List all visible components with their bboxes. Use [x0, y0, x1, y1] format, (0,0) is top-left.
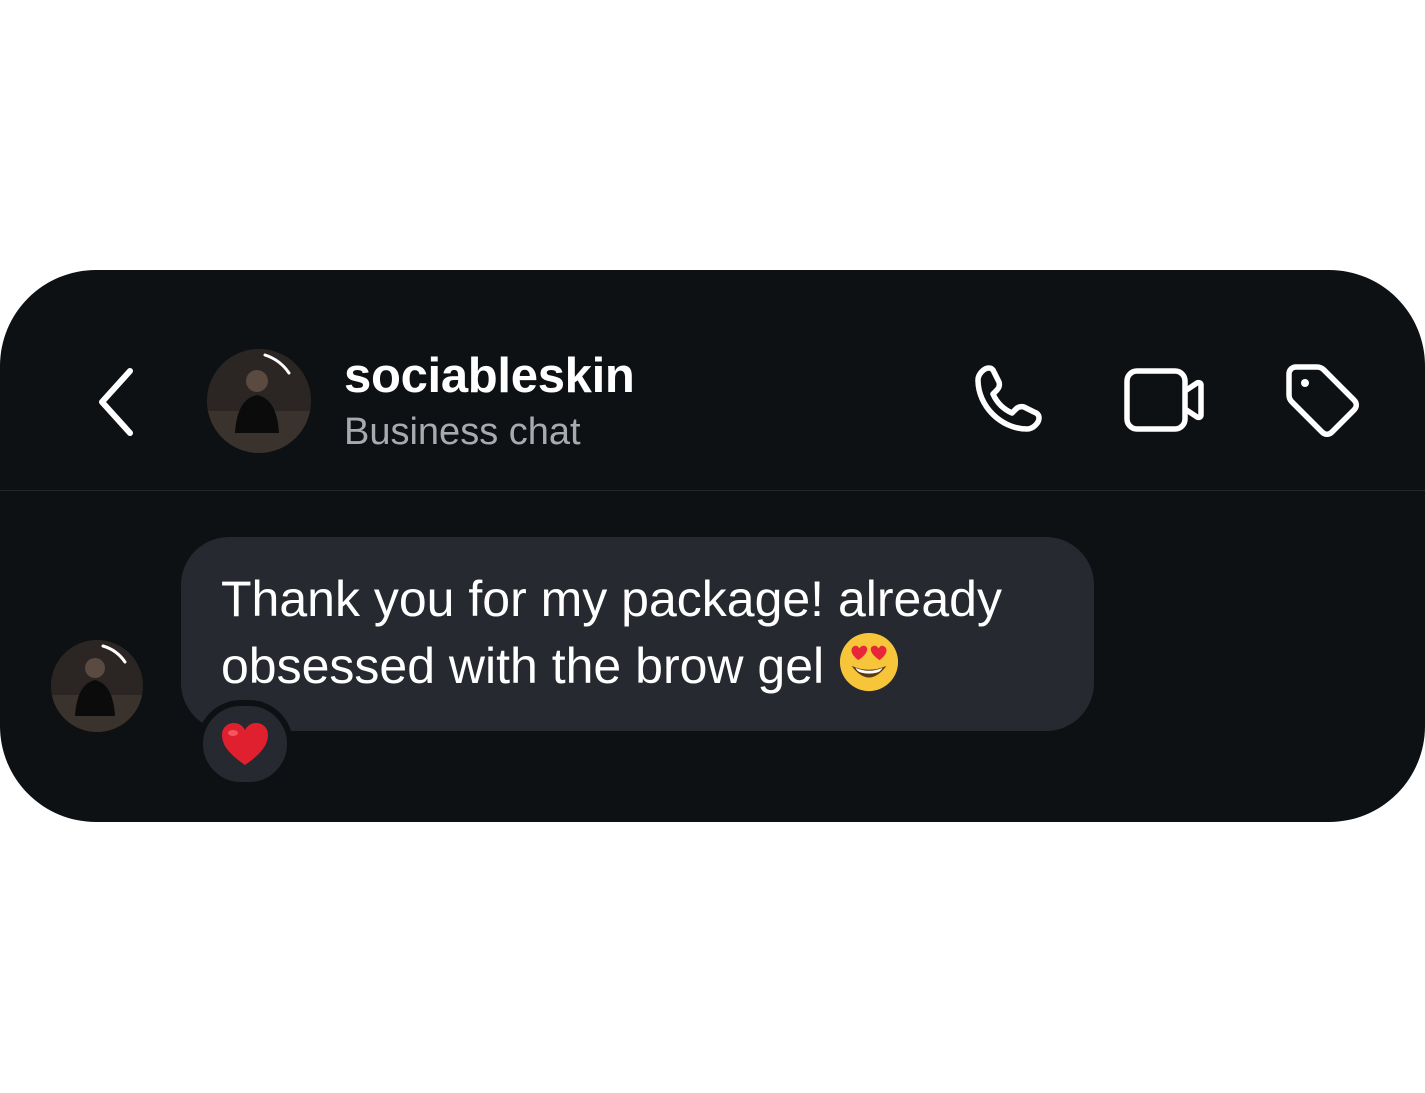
sender-avatar[interactable]	[51, 640, 143, 732]
heart-eyes-emoji	[840, 632, 899, 692]
profile-photo	[207, 349, 311, 453]
video-camera-icon	[1124, 368, 1204, 432]
chat-header: sociableskin Business chat	[0, 270, 1425, 491]
chevron-left-icon	[99, 368, 133, 436]
phone-icon	[975, 365, 1042, 432]
back-button[interactable]	[86, 362, 146, 442]
audio-call-button[interactable]	[962, 360, 1052, 440]
red-heart-emoji	[222, 723, 268, 765]
conversation-title-block[interactable]: sociableskin Business chat	[344, 348, 635, 456]
username: sociableskin	[344, 349, 635, 403]
message-bubble[interactable]: Thank you for my package! already obsess…	[181, 537, 1094, 731]
tag-icon	[1286, 364, 1359, 437]
profile-photo	[51, 640, 143, 732]
label-button[interactable]	[1276, 358, 1366, 442]
video-call-button[interactable]	[1118, 360, 1208, 440]
chat-type-label: Business chat	[344, 411, 581, 453]
reaction-badge[interactable]	[197, 700, 293, 788]
chat-window: sociableskin Business chat Thank you for…	[0, 270, 1425, 822]
avatar[interactable]	[207, 349, 311, 453]
